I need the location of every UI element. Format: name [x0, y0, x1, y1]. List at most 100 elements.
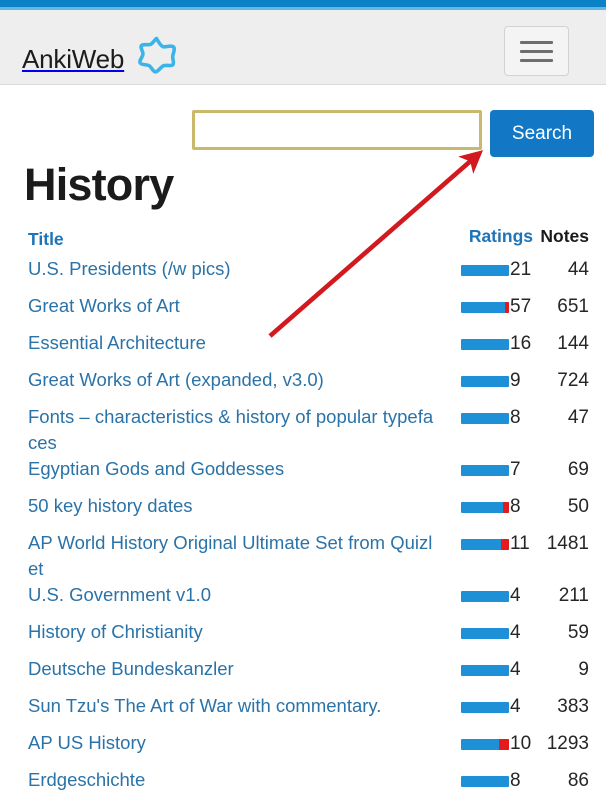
- deck-title-link[interactable]: History of Christianity: [0, 619, 446, 645]
- deck-rating-cell: 4: [446, 582, 534, 607]
- table-row: History of Christianity 4 59: [0, 619, 606, 656]
- rating-count: 4: [510, 585, 521, 606]
- deck-notes-count: 86: [567, 770, 589, 791]
- rating-bar-negative: [505, 301, 509, 313]
- deck-title-link[interactable]: Great Works of Art: [0, 293, 446, 319]
- deck-notes-count: 1481: [546, 533, 589, 554]
- rating-bar: [461, 627, 509, 639]
- shared-decks-table: Title Ratings Notes U.S. Presidents (/w …: [0, 226, 606, 804]
- rating-bar-negative: [503, 501, 509, 513]
- deck-notes-count: 47: [567, 407, 589, 428]
- deck-title-link[interactable]: Deutsche Bundeskanzler: [0, 656, 446, 682]
- deck-rating-cell: 4: [446, 656, 534, 681]
- rating-bar: [461, 338, 509, 350]
- deck-rating-cell: 4: [446, 619, 534, 644]
- search-button[interactable]: Search: [490, 110, 594, 157]
- search-form: Search: [0, 110, 606, 157]
- deck-notes-count: 69: [567, 459, 589, 480]
- deck-title-link[interactable]: Erdgeschichte: [0, 767, 446, 793]
- rating-count: 10: [510, 733, 532, 754]
- deck-rating-cell: 16: [446, 330, 534, 355]
- menu-bar-line: [520, 49, 553, 53]
- deck-notes-count: 44: [567, 259, 589, 280]
- deck-rating-cell: 11: [446, 530, 534, 555]
- table-row: Fonts – characteristics & history of pop…: [0, 404, 606, 456]
- table-header-row: Title Ratings Notes: [0, 226, 606, 256]
- rating-bar: [461, 301, 509, 313]
- deck-rating-cell: 4: [446, 693, 534, 718]
- page-title: History: [24, 159, 174, 210]
- deck-rating-cell: 8: [446, 404, 534, 429]
- deck-notes-count: 144: [557, 333, 589, 354]
- rating-bar: [461, 412, 509, 424]
- rating-count: 8: [510, 770, 521, 791]
- table-row: AP US History 10 1293: [0, 730, 606, 767]
- deck-rating-cell: 7: [446, 456, 534, 481]
- deck-title-link[interactable]: AP World History Original Ultimate Set f…: [0, 530, 446, 582]
- deck-rating-cell: 9: [446, 367, 534, 392]
- deck-title-link[interactable]: AP US History: [0, 730, 446, 756]
- deck-title-link[interactable]: U.S. Presidents (/w pics): [0, 256, 446, 282]
- table-row: Great Works of Art (expanded, v3.0) 9 724: [0, 367, 606, 404]
- table-row: U.S. Government v1.0 4 211: [0, 582, 606, 619]
- rating-count: 21: [510, 259, 532, 280]
- deck-rating-cell: 21: [446, 256, 534, 281]
- deck-notes-count: 651: [557, 296, 589, 317]
- deck-notes-count: 50: [567, 496, 589, 517]
- deck-notes-count: 211: [558, 585, 589, 606]
- rating-bar: [461, 264, 509, 276]
- rating-bar-negative: [499, 738, 509, 750]
- deck-rating-cell: 8: [446, 493, 534, 518]
- deck-title-link[interactable]: Great Works of Art (expanded, v3.0): [0, 367, 446, 393]
- rating-bar: [461, 701, 509, 713]
- table-row: Deutsche Bundeskanzler 4 9: [0, 656, 606, 693]
- brand-name: AnkiWeb: [22, 43, 125, 74]
- table-row: Egyptian Gods and Goddesses 7 69: [0, 456, 606, 493]
- table-body: U.S. Presidents (/w pics) 21 44 Great Works…: [0, 256, 606, 804]
- hamburger-menu-icon[interactable]: [504, 26, 569, 76]
- deck-notes-count: 59: [567, 622, 589, 643]
- deck-notes-count: 9: [578, 659, 589, 680]
- brand-logo-link[interactable]: AnkiWeb: [22, 32, 180, 85]
- rating-bar: [461, 375, 509, 387]
- rating-bar: [461, 464, 509, 476]
- ankiweb-shared-decks-page: AnkiWeb Search History Title Ratings Not…: [0, 0, 606, 808]
- rating-count: 7: [510, 459, 521, 480]
- rating-count: 8: [510, 407, 521, 428]
- menu-bar-line: [520, 58, 553, 62]
- rating-bar: [461, 738, 509, 750]
- column-header-notes: Notes: [540, 226, 589, 246]
- menu-bar-line: [520, 40, 553, 44]
- deck-notes-count: 383: [557, 696, 589, 717]
- rating-bar: [461, 538, 509, 550]
- rating-count: 9: [510, 370, 521, 391]
- table-row: Sun Tzu's The Art of War with commentary…: [0, 693, 606, 730]
- column-header-ratings[interactable]: Ratings: [446, 226, 534, 247]
- rating-bar-negative: [501, 538, 509, 550]
- rating-bar: [461, 664, 509, 676]
- deck-title-link[interactable]: 50 key history dates: [0, 493, 446, 519]
- table-row: Essential Architecture 16 144: [0, 330, 606, 367]
- deck-title-link[interactable]: Essential Architecture: [0, 330, 446, 356]
- rating-bar: [461, 501, 509, 513]
- rating-count: 4: [510, 659, 521, 680]
- search-input[interactable]: [192, 110, 482, 150]
- table-row: AP World History Original Ultimate Set f…: [0, 530, 606, 582]
- deck-title-link[interactable]: Sun Tzu's The Art of War with commentary…: [0, 693, 446, 719]
- deck-title-link[interactable]: U.S. Government v1.0: [0, 582, 446, 608]
- deck-rating-cell: 8: [446, 767, 534, 792]
- top-accent-bar: [0, 0, 606, 7]
- site-header: AnkiWeb: [0, 10, 606, 85]
- rating-bar: [461, 590, 509, 602]
- rating-count: 4: [510, 696, 521, 717]
- rating-count: 4: [510, 622, 521, 643]
- column-header-title[interactable]: Title: [0, 226, 446, 252]
- deck-rating-cell: 57: [446, 293, 534, 318]
- table-row: U.S. Presidents (/w pics) 21 44: [0, 256, 606, 293]
- deck-notes-count: 724: [557, 370, 589, 391]
- table-row: 50 key history dates 8 50: [0, 493, 606, 530]
- deck-title-link[interactable]: Egyptian Gods and Goddesses: [0, 456, 446, 482]
- rating-count: 11: [510, 533, 530, 554]
- table-row: Great Works of Art 57 651: [0, 293, 606, 330]
- deck-title-link[interactable]: Fonts – characteristics & history of pop…: [0, 404, 446, 456]
